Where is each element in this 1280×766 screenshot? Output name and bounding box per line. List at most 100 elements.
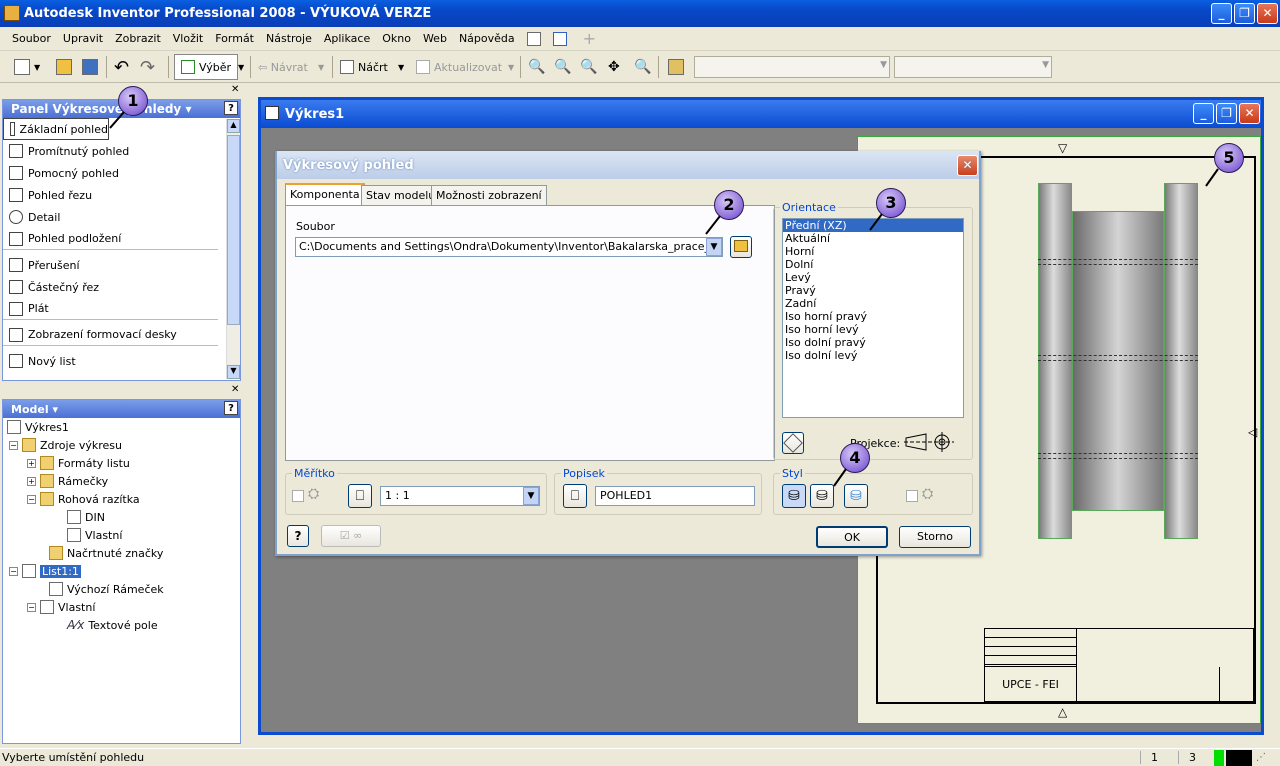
browse-file-button[interactable] [730,236,752,258]
file-path-combo[interactable]: C:\Documents and Settings\Ondra\Dokument… [295,237,723,257]
open-icon[interactable] [56,59,72,75]
doc-minimize-button[interactable]: _ [1193,103,1214,124]
tree-node-borders[interactable]: + Rámečky [3,472,240,490]
orientation-item[interactable]: Iso dolní levý [783,349,963,362]
panel-item-new-sheet[interactable]: Nový list [3,350,226,372]
ok-button[interactable]: OK [816,526,888,548]
tree-node-default-border[interactable]: Výchozí Rámeček [3,580,240,598]
scale-parameter-button[interactable]: ⎕ [348,484,372,508]
doc-close-button[interactable]: ✕ [1239,103,1260,124]
style-from-base-checkbox[interactable] [906,490,918,502]
select-button[interactable]: Výběr [174,54,239,80]
style-hidden-line-button[interactable]: ⛁ [782,484,806,508]
expand-icon[interactable]: + [27,458,36,468]
preview-toggle-button[interactable]: ☑ ∞ [321,525,381,547]
panel-close-icon[interactable]: ✕ [231,84,239,95]
sketch-button[interactable]: Náčrt [340,57,388,77]
back-button[interactable]: ⇦ Návrat [258,57,308,77]
orientation-item[interactable]: Iso horní levý [783,323,963,336]
orientation-item[interactable]: Levý [783,271,963,284]
panel-help-icon[interactable]: ? [224,101,238,115]
collapse-icon[interactable]: − [9,440,18,450]
app-icon[interactable] [4,5,20,21]
zoom-all-icon[interactable]: 🔍 [528,57,545,77]
collapse-icon[interactable]: − [27,602,36,612]
orientation-item[interactable]: Pravý [783,284,963,297]
panel-item-mold-view[interactable]: Zobrazení formovací desky [3,324,218,346]
resize-grip-icon[interactable]: ⋰ [1256,752,1266,763]
panel-item-detail-view[interactable]: Detail [3,206,226,228]
zoom-window-icon[interactable]: 🔍 [580,57,597,77]
dialog-titlebar[interactable]: Výkresový pohled ✕ [277,151,979,179]
pan-icon[interactable]: ✥ [608,57,620,77]
part-view[interactable] [1038,183,1198,539]
panel-item-projected-view[interactable]: Promítnutý pohled [3,140,226,162]
orientation-item[interactable]: Přední (XZ) [783,219,963,232]
scale-dropdown-icon[interactable]: ▼ [523,487,539,505]
panel-item-slice[interactable]: Plát [3,298,218,320]
panel-item-section-view[interactable]: Pohled řezu [3,184,226,206]
tree-node-text-field[interactable]: A⁄x Textové pole [3,616,240,634]
menu-vlozit[interactable]: Vložit [173,32,203,45]
orientation-item[interactable]: Iso horní pravý [783,310,963,323]
help-icon[interactable] [526,31,541,46]
scroll-down-icon[interactable]: ▼ [227,365,240,379]
tree-node-drawing[interactable]: Výkres1 [3,418,240,436]
scroll-thumb[interactable] [227,135,240,325]
minimize-button[interactable]: _ [1211,3,1232,24]
panel-item-overlay-view[interactable]: Pohled podložení [3,228,218,250]
tab-display-options[interactable]: Možnosti zobrazení [431,185,547,205]
file-path-dropdown-icon[interactable]: ▼ [706,238,722,256]
scroll-up-icon[interactable]: ▲ [227,119,240,133]
back-dropdown-icon[interactable]: ▼ [318,57,324,77]
tree-node-resources[interactable]: − Zdroje výkresu [3,436,240,454]
plus-icon[interactable]: + [583,29,596,48]
tree-node-sheet-formats[interactable]: + Formáty listu [3,454,240,472]
scale-combo[interactable]: 1 : 1 ▼ [380,486,540,506]
drawing-window-titlebar[interactable]: Výkres1 _ ❐ ✕ [261,100,1261,128]
model-help-icon[interactable]: ? [224,401,238,415]
panel-item-breakout[interactable]: Částečný řez [3,276,226,298]
menu-soubor[interactable]: Soubor [12,32,51,45]
projection-symbol-icon[interactable] [904,430,956,454]
menu-aplikace[interactable]: Aplikace [324,32,370,45]
caption-input[interactable]: POHLED1 [595,486,755,506]
style-shaded-button[interactable]: ⛁ [844,484,868,508]
select-dropdown-icon[interactable]: ▼ [238,57,244,77]
menu-napoveda[interactable]: Nápověda [459,32,515,45]
tree-node-din[interactable]: DIN [3,508,240,526]
cancel-button[interactable]: Storno [899,526,971,548]
doc-maximize-button[interactable]: ❐ [1216,103,1237,124]
panel-item-auxiliary-view[interactable]: Pomocný pohled [3,162,226,184]
layer-combo[interactable]: ▼ [694,56,890,78]
orientation-list[interactable]: Přední (XZ) Aktuální Horní Dolní Levý Pr… [782,218,964,418]
panel-scrollbar[interactable]: ▲ ▼ [226,119,240,379]
model-header[interactable]: Model ▾ ? [3,400,240,418]
orientation-item[interactable]: Horní [783,245,963,258]
custom-view-button[interactable] [782,432,804,454]
style-combo[interactable]: ▼ [894,56,1052,78]
dialog-close-button[interactable]: ✕ [957,155,978,176]
tab-component[interactable]: Komponenta [285,183,365,205]
redo-icon[interactable]: ↷ [140,57,155,78]
scale-from-base-checkbox[interactable] [292,490,304,502]
orientation-item[interactable]: Zadní [783,297,963,310]
style-icon[interactable] [668,59,684,75]
tree-node-title-blocks[interactable]: − Rohová razítka [3,490,240,508]
dialog-help-button[interactable]: ? [287,525,309,547]
orientation-item[interactable]: Dolní [783,258,963,271]
orientation-item[interactable]: Aktuální [783,232,963,245]
collapse-icon[interactable]: − [9,566,18,576]
update-button[interactable]: Aktualizovat [416,57,502,77]
menu-upravit[interactable]: Upravit [63,32,103,45]
sketch-dropdown-icon[interactable]: ▼ [398,57,404,77]
menu-web[interactable]: Web [423,32,447,45]
menu-okno[interactable]: Okno [382,32,411,45]
web-help-icon[interactable] [552,31,567,46]
menu-zobrazit[interactable]: Zobrazit [115,32,161,45]
tree-node-sheet[interactable]: − List1:1 [3,562,240,580]
tree-node-custom-block[interactable]: Vlastní [3,526,240,544]
zoom-icon[interactable]: 🔍 [554,57,571,77]
save-icon[interactable] [82,59,98,75]
panel-item-break[interactable]: Přerušení [3,254,226,276]
